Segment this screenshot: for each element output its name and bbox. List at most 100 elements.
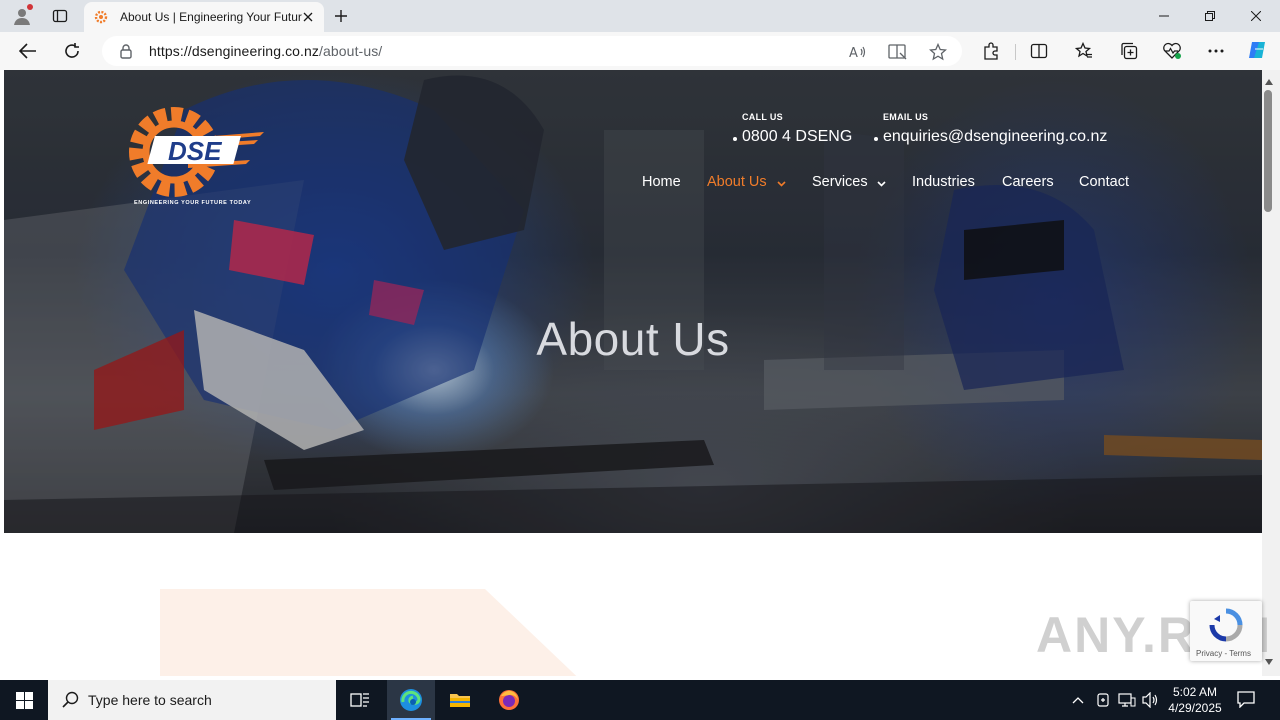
chevron-down-icon[interactable]: [777, 181, 786, 187]
read-aloud-button[interactable]: A: [848, 42, 868, 62]
windows-taskbar: Type here to search 5:02 AM 4/29/2025: [0, 680, 1280, 720]
close-tab-button[interactable]: [300, 9, 316, 25]
immersive-reader-button[interactable]: [888, 42, 908, 62]
notification-icon: [1237, 691, 1255, 709]
hero-banner: DSE ENGINEERING YOUR FUTURE TODAY CALL U…: [4, 70, 1262, 533]
active-tab[interactable]: About Us | Engineering Your Future Today: [84, 2, 324, 32]
notification-dot: [27, 4, 33, 10]
security-icon: [1097, 693, 1109, 707]
collections-button[interactable]: [1118, 40, 1140, 62]
page-title: About Us: [536, 313, 730, 365]
speaker-icon: [1142, 692, 1158, 708]
restore-icon: [1205, 11, 1215, 21]
chevron-down-icon[interactable]: [877, 181, 886, 187]
email-link[interactable]: enquiries@dsengineering.co.nz: [883, 128, 1107, 146]
triangle-up-icon: [1265, 79, 1273, 85]
favorite-button[interactable]: [928, 42, 948, 62]
nav-contact[interactable]: Contact: [1079, 174, 1129, 190]
back-button[interactable]: [15, 39, 41, 63]
scroll-up-button[interactable]: [1263, 76, 1275, 88]
windows-logo-icon: [15, 691, 33, 709]
clock-date: 4/29/2025: [1168, 701, 1222, 715]
logo-tagline: ENGINEERING YOUR FUTURE TODAY: [134, 200, 252, 206]
system-clock[interactable]: 5:02 AM 4/29/2025: [1160, 684, 1230, 716]
network-button[interactable]: [1117, 690, 1137, 710]
restore-button[interactable]: [1187, 0, 1233, 32]
url-host: https://dsengineering.co.nz: [149, 43, 320, 59]
bullet-icon: [733, 137, 737, 141]
page-viewport: DSE ENGINEERING YOUR FUTURE TODAY CALL U…: [4, 70, 1262, 676]
lock-icon[interactable]: [118, 43, 134, 59]
split-screen-button[interactable]: [1028, 40, 1050, 62]
favorites-icon: [1075, 42, 1092, 58]
copilot-button[interactable]: [1246, 39, 1268, 61]
read-aloud-icon: A: [849, 46, 866, 60]
action-center-button[interactable]: [1236, 690, 1258, 710]
back-arrow-icon: [19, 43, 36, 59]
taskbar-edge[interactable]: [387, 680, 435, 720]
refresh-icon: [65, 43, 79, 58]
show-hidden-icons-button[interactable]: [1068, 690, 1088, 710]
search-placeholder: Type here to search: [88, 692, 212, 708]
tray-app-button[interactable]: [1093, 690, 1113, 710]
dse-logo[interactable]: DSE: [128, 102, 264, 212]
task-view-button[interactable]: [336, 680, 384, 720]
recaptcha-icon: [1209, 608, 1243, 642]
toolbar-divider: [1015, 44, 1016, 60]
refresh-button[interactable]: [59, 39, 85, 63]
taskbar-file-explorer[interactable]: [436, 680, 484, 720]
taskbar-firefox[interactable]: [485, 680, 533, 720]
email-us-label: EMAIL US: [883, 112, 929, 122]
recaptcha-badge[interactable]: Privacy - Terms: [1190, 601, 1262, 661]
split-screen-icon: [1030, 43, 1048, 59]
nav-industries[interactable]: Industries: [912, 174, 975, 190]
svg-text:A: A: [849, 46, 858, 60]
recaptcha-links[interactable]: Privacy - Terms: [1196, 649, 1251, 658]
start-button[interactable]: [0, 680, 48, 720]
edge-icon: [400, 689, 422, 711]
collections-icon: [1121, 42, 1138, 60]
url-text[interactable]: https://dsengineering.co.nz/about-us/: [149, 43, 382, 59]
tab-actions-button[interactable]: [48, 5, 72, 27]
close-window-button[interactable]: [1233, 0, 1279, 32]
close-icon: [1251, 11, 1261, 21]
plus-icon: [335, 10, 347, 22]
close-icon: [303, 12, 313, 22]
search-icon: [62, 691, 79, 708]
scrollbar-thumb[interactable]: [1264, 90, 1272, 212]
address-bar[interactable]: https://dsengineering.co.nz/about-us/ A: [102, 36, 962, 66]
tab-title: About Us | Engineering Your Future Today: [120, 10, 302, 24]
minimize-icon: [1159, 15, 1169, 17]
folder-icon: [450, 694, 470, 707]
nav-home[interactable]: Home: [642, 174, 681, 190]
taskbar-search-box[interactable]: Type here to search: [48, 680, 336, 720]
phone-number-link[interactable]: 0800 4 DSENG: [742, 128, 852, 146]
copilot-icon: [1249, 42, 1265, 58]
bullet-icon: [874, 137, 878, 141]
settings-menu-button[interactable]: [1205, 40, 1227, 62]
more-dots-icon: [1208, 49, 1224, 53]
immersive-reader-icon: [888, 44, 907, 60]
firefox-icon: [499, 690, 519, 710]
favorites-button[interactable]: [1073, 40, 1095, 62]
call-us-label: CALL US: [742, 112, 783, 122]
minimize-button[interactable]: [1141, 0, 1187, 32]
network-icon: [1118, 693, 1136, 707]
task-view-icon: [350, 693, 369, 707]
nav-careers[interactable]: Careers: [1002, 174, 1054, 190]
browser-toolbar: https://dsengineering.co.nz/about-us/ A: [0, 32, 1280, 70]
tab-actions-icon: [52, 9, 68, 23]
new-tab-button[interactable]: [330, 5, 352, 27]
volume-button[interactable]: [1141, 690, 1161, 710]
star-icon: [929, 43, 947, 61]
decorative-shape: [160, 589, 577, 676]
browser-essentials-button[interactable]: [1161, 40, 1183, 62]
nav-about-us[interactable]: About Us: [707, 174, 767, 190]
site-favicon-icon: [94, 10, 108, 24]
chevron-up-icon: [1072, 697, 1084, 704]
nav-services[interactable]: Services: [812, 174, 868, 190]
extensions-button[interactable]: [980, 40, 1002, 62]
heart-pulse-icon: [1163, 42, 1181, 59]
url-path: /about-us/: [319, 43, 383, 59]
clock-time: 5:02 AM: [1172, 685, 1218, 699]
